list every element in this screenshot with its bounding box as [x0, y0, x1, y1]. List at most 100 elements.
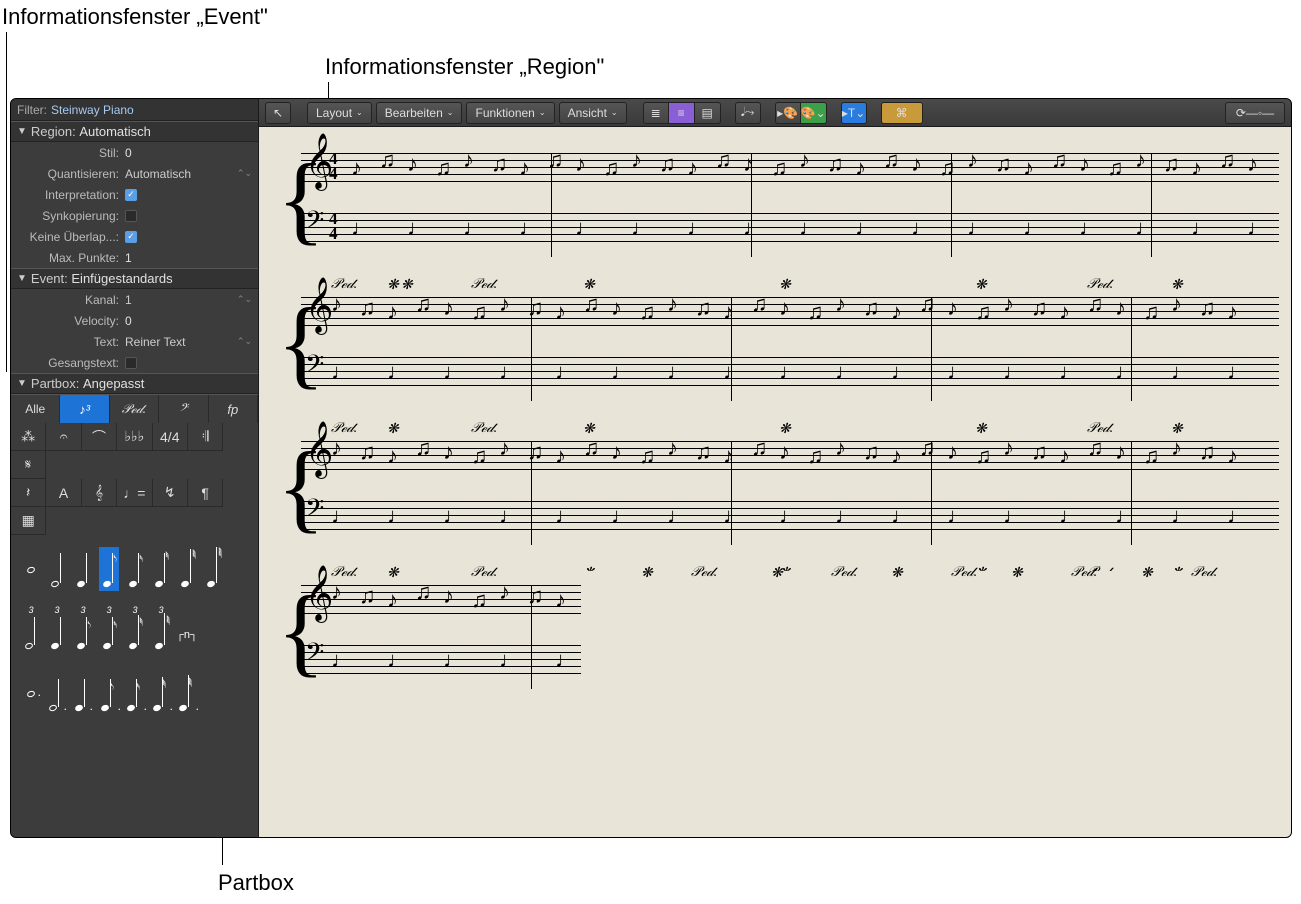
partbox-symbol[interactable]: 4/4	[153, 423, 188, 451]
lyrics-checkbox[interactable]	[125, 357, 137, 369]
note-64th[interactable]: 𝅱	[177, 547, 197, 591]
view-wrapped-button[interactable]: ≡	[669, 102, 695, 124]
partbox-symbol[interactable]: ↯	[153, 479, 188, 507]
note-dotted-32nd[interactable]: 𝅰.	[151, 671, 171, 715]
note-half[interactable]	[47, 547, 67, 591]
note-128th[interactable]: 𝅲	[203, 547, 223, 591]
partbox-symbol[interactable]: A	[46, 479, 81, 507]
partbox-symbol[interactable]: 𝄇	[188, 423, 223, 451]
nooverlap-checkbox[interactable]: ✓	[125, 231, 137, 243]
partbox-tab-clefs[interactable]: 𝄢	[159, 395, 208, 423]
pedal-mark: 𝒫ℯ𝒹.	[1191, 565, 1217, 581]
partbox-symbol[interactable]: 𝄐	[46, 423, 81, 451]
note-glyph: ♩	[499, 359, 521, 385]
text-row[interactable]: Text: Reiner Text ⌃⌄	[11, 331, 258, 352]
edit-menu[interactable]: Bearbeiten⌄	[376, 102, 463, 124]
score-area[interactable]: { 𝄞 44 ♪♫♪♫♪♫♪♫♪♫♪♫♪♫♪♫♪♫♪♫♪♫♪♫♪♫♪♫♪♫♪♫♪…	[259, 127, 1291, 837]
lyrics-row[interactable]: Gesangstext:	[11, 352, 258, 373]
note-triplet-32nd[interactable]: 3𝅰	[125, 609, 145, 653]
functions-menu[interactable]: Funktionen⌄	[466, 102, 554, 124]
layout-menu[interactable]: Layout⌄	[307, 102, 372, 124]
view-menu[interactable]: Ansicht⌄	[559, 102, 627, 124]
note-eighth-selected[interactable]: 𝅮	[99, 547, 119, 591]
partbox-symbol[interactable]: ¶	[188, 479, 223, 507]
note-glyph: ♫	[695, 295, 712, 321]
tool-button[interactable]: ▸T⌄	[841, 102, 867, 124]
note-dotted-quarter[interactable]: .	[73, 671, 93, 715]
back-button[interactable]: ↖	[265, 102, 291, 124]
note-glyph: ♪	[687, 155, 698, 181]
partbox-symbol[interactable]: 𝄽	[11, 479, 46, 507]
note-triplet-64th[interactable]: 3𝅱	[151, 609, 171, 653]
velocity-row[interactable]: Velocity: 0	[11, 310, 258, 331]
treble-staff[interactable]: 𝒫ℯ𝒹. ❋ 𝄞 ♪♫♪❋♫♪♫𝒫ℯ𝒹.♪♫♪♫❋♪♫♪♫♪♫♪❋♫♪♫♪♫♪♫…	[271, 283, 1279, 343]
note-glyph: ♩	[1059, 503, 1081, 529]
note-glyph: ♩	[855, 215, 877, 241]
zoom-slider[interactable]: ⟳—◦—	[1225, 102, 1285, 124]
color-tool-button[interactable]: ▸🎨	[775, 102, 801, 124]
color-palette-button[interactable]: 🎨⌄	[801, 102, 827, 124]
note-glyph: ♪	[799, 147, 810, 173]
note-glyph: ♪	[555, 299, 566, 325]
view-linear-button[interactable]: ≣	[643, 102, 669, 124]
maxdots-row[interactable]: Max. Punkte: 1	[11, 247, 258, 268]
midi-in-button[interactable]: 𝅘𝅥⤳	[735, 102, 761, 124]
quantize-row[interactable]: Quantisieren: Automatisch ⌃⌄	[11, 163, 258, 184]
note-triplet-quarter[interactable]: 3	[47, 609, 67, 653]
partbox-symbol[interactable]: ▦	[11, 507, 46, 535]
pedal-mark: 𝒫ℯ𝒹.	[1071, 565, 1097, 581]
partbox-symbol[interactable]: 𝄞	[82, 479, 117, 507]
interpretation-row[interactable]: Interpretation: ✓	[11, 184, 258, 205]
note-16th[interactable]: 𝅯	[125, 547, 145, 591]
note-dotted-whole[interactable]: .	[21, 671, 41, 715]
note-dotted-16th[interactable]: 𝅯.	[125, 671, 145, 715]
syncopation-row[interactable]: Synkopierung:	[11, 205, 258, 226]
nooverlap-row[interactable]: Keine Überlap...: ✓	[11, 226, 258, 247]
app-frame: Filter: Steinway Piano ▼ Region: Automat…	[10, 98, 1292, 838]
partbox-tab-pedal[interactable]: 𝒫ℯ𝒹.	[110, 395, 159, 423]
pedal-release-mark: ❋	[975, 277, 987, 294]
note-glyph: ♪	[443, 583, 454, 609]
note-32nd[interactable]: 𝅰	[151, 547, 171, 591]
bass-staff[interactable]: 𝄢 ♩♩♩♩♩♩♩♩♩♩♩♩♩♩♩♩♩	[271, 487, 1279, 547]
partbox-tab-notes[interactable]: ♪³	[60, 395, 109, 423]
event-header[interactable]: ▼ Event: Einfügestandards	[11, 268, 258, 289]
bass-staff[interactable]: 𝄢 44 ♩♩♩♩♩♩♩♩♩♩♩♩♩♩♩♩♩	[271, 199, 1279, 259]
note-glyph: ♪	[1191, 155, 1202, 181]
main-area: ↖ Layout⌄ Bearbeiten⌄ Funktionen⌄ Ansich…	[259, 99, 1291, 837]
note-glyph: ♩	[1115, 503, 1137, 529]
style-row[interactable]: Stil: 0	[11, 142, 258, 163]
partbox-symbol[interactable]: 𝄋	[11, 451, 46, 479]
partbox-symbol[interactable]: ♭♭♭	[117, 423, 152, 451]
note-dotted-64th[interactable]: 𝅱.	[177, 671, 197, 715]
treble-staff[interactable]: 𝒫ℯ𝒹. 𝄞 ♪♫♪❋♫♪♫𝒫ℯ𝒹.♪♫♪♫❋♪♫♪♫♪♫♪❋♫♪♫♪♫♪♫❋♪…	[271, 427, 1279, 487]
partbox-header[interactable]: ▼ Partbox: Angepasst	[11, 373, 258, 394]
filter-row[interactable]: Filter: Steinway Piano	[11, 99, 258, 121]
partbox-tab-dynamics[interactable]: fp	[209, 395, 258, 423]
note-triplet-8th[interactable]: 3𝅮	[73, 609, 93, 653]
note-glyph: ♪	[667, 435, 678, 461]
note-triplet-half[interactable]: 3	[21, 609, 41, 653]
link-button[interactable]: ⌘	[881, 102, 923, 124]
staff-system: { 𝒫ℯ𝒹. 𝄞 ♪♫♪❋♫♪♫𝒫ℯ𝒹.♪♫♪❋❋❋𝒫ℯ𝒹.❋ 𝄢 ♩♩♩♩♩ …	[271, 571, 1279, 691]
region-header[interactable]: ▼ Region: Automatisch	[11, 121, 258, 142]
bass-staff[interactable]: 𝄢 ♩♩♩♩♩♩♩♩♩♩♩♩♩♩♩♩♩	[271, 343, 1279, 403]
partbox-symbol[interactable]: ⌒	[82, 423, 117, 451]
note-dotted-8th[interactable]: 𝅮.	[99, 671, 119, 715]
note-triplet-16th[interactable]: 3𝅯	[99, 609, 119, 653]
note-whole[interactable]	[21, 547, 41, 591]
note-quarter[interactable]	[73, 547, 93, 591]
note-glyph: ♩	[667, 359, 689, 385]
note-glyph: ♫	[471, 443, 488, 469]
partbox-tab-all[interactable]: Alle	[11, 395, 60, 423]
channel-row[interactable]: Kanal: 1 ⌃⌄	[11, 289, 258, 310]
interpretation-checkbox[interactable]: ✓	[125, 189, 137, 201]
view-page-button[interactable]: ▤	[695, 102, 721, 124]
note-ntuplet[interactable]: ┌n┐	[177, 609, 197, 653]
note-glyph: ♪	[1003, 435, 1014, 461]
partbox-symbol[interactable]: ♩=	[117, 479, 152, 507]
partbox-symbol[interactable]: ⁂	[11, 423, 46, 451]
syncopation-checkbox[interactable]	[125, 210, 137, 222]
note-dotted-half[interactable]: .	[47, 671, 67, 715]
treble-staff[interactable]: 𝄞 44 ♪♫♪♫♪♫♪♫♪♫♪♫♪♫♪♫♪♫♪♫♪♫♪♫♪♫♪♫♪♫♪♫♪	[271, 139, 1279, 199]
